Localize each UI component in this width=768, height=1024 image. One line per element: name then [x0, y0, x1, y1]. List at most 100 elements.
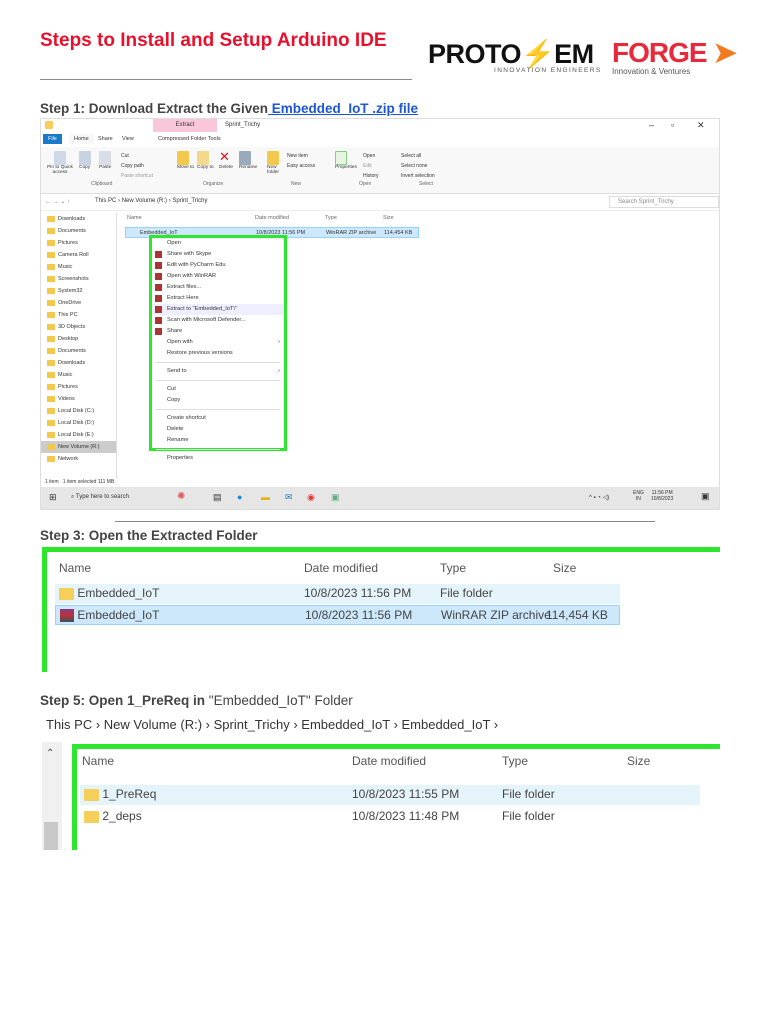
context-menu-item[interactable]: Properties — [152, 453, 284, 464]
tab-home[interactable]: Home — [69, 134, 94, 144]
context-menu-item[interactable]: Open with WinRAR — [152, 271, 284, 282]
move-to-button[interactable]: Move to — [177, 151, 194, 170]
task-view-icon[interactable]: ▤ — [213, 492, 222, 503]
properties-button[interactable]: Properties — [335, 151, 357, 170]
mail-icon[interactable]: ✉ — [285, 492, 293, 503]
nav-scrollbar[interactable]: ⌃ — [42, 742, 62, 850]
pin-button[interactable]: Pin to Quick access — [45, 151, 75, 175]
folder-row-prereq[interactable]: 1_PreReq 10/8/2023 11:55 PM File folder — [80, 785, 700, 805]
chrome-icon[interactable]: ◉ — [307, 492, 315, 503]
nav-item[interactable]: Desktop — [41, 333, 116, 345]
breadcrumb[interactable]: This PC › New Volume (R:) › Sprint_Trich… — [95, 198, 208, 204]
nav-item-icon — [47, 348, 55, 354]
context-menu-item[interactable]: Share — [152, 326, 284, 337]
nav-item[interactable]: Downloads — [41, 213, 116, 225]
clock[interactable]: 11:56 PM 10/8/2023 — [651, 490, 673, 502]
app-icon[interactable]: ▣ — [331, 492, 340, 503]
new-folder-button[interactable]: New folder — [267, 151, 285, 175]
col-size[interactable]: Size — [627, 754, 650, 768]
maximize-button[interactable]: ▫ — [671, 120, 674, 130]
nav-item[interactable]: Pictures — [41, 237, 116, 249]
tab-view[interactable]: View — [117, 134, 139, 144]
copy-to-button[interactable]: Copy to — [197, 151, 214, 170]
nav-item[interactable]: OneDrive — [41, 297, 116, 309]
language-indicator[interactable]: ENG IN — [633, 490, 644, 502]
breadcrumb[interactable]: This PC › New Volume (R:) › Sprint_Trich… — [46, 717, 498, 732]
file-explorer-icon[interactable]: ▬ — [261, 492, 270, 502]
context-menu-item[interactable]: Create shortcut — [152, 413, 284, 424]
nav-item[interactable]: New Volume (R:) — [41, 441, 116, 453]
context-menu-item[interactable]: Delete — [152, 424, 284, 435]
nav-item[interactable]: Local Disk (C:) — [41, 405, 116, 417]
nav-item[interactable]: Videos — [41, 393, 116, 405]
nav-item[interactable]: Camera Roll — [41, 249, 116, 261]
context-menu-item[interactable]: Extract to "Embedded_IoT\" — [152, 304, 284, 315]
paste-button[interactable]: Paste — [99, 151, 111, 170]
search-input[interactable]: Search Sprint_Trichy — [609, 196, 719, 208]
col-date[interactable]: Date modified — [304, 561, 378, 575]
col-date[interactable]: Date modified — [352, 754, 426, 768]
cortana-icon[interactable]: ✺ — [177, 491, 185, 502]
nav-arrows[interactable]: ← → ⌄ ↑ — [45, 198, 70, 205]
tab-compressed-tools[interactable]: Compressed Folder Tools — [153, 134, 226, 144]
nav-item[interactable]: Local Disk (D:) — [41, 417, 116, 429]
nav-item[interactable]: 3D Objects — [41, 321, 116, 333]
context-menu-item[interactable]: Cut — [152, 384, 284, 395]
nav-item-icon — [47, 216, 55, 222]
col-size[interactable]: Size — [553, 561, 576, 575]
folder-row[interactable]: Embedded_IoT 10/8/2023 11:56 PM File fold… — [55, 584, 620, 604]
edge-icon[interactable]: ● — [237, 492, 242, 502]
taskbar-search[interactable]: ⌕ Type here to search — [71, 494, 129, 501]
context-menu-item[interactable]: Open with › — [152, 337, 284, 348]
nav-item[interactable]: Local Disk (E:) — [41, 429, 116, 441]
tab-file[interactable]: File — [43, 134, 62, 144]
taskbar: ⊞ ⌕ Type here to search ✺ ▤ ● ▬ ✉ ◉ ▣ ^ … — [41, 487, 719, 509]
nav-item[interactable]: Screenshots — [41, 273, 116, 285]
nav-item[interactable]: Documents — [41, 345, 116, 357]
context-menu-item[interactable]: Extract Here — [152, 293, 284, 304]
context-menu-item[interactable]: Share with Skype — [152, 249, 284, 260]
context-menu-item[interactable]: Copy — [152, 395, 284, 406]
delete-button[interactable]: ✕ Delete — [219, 149, 233, 170]
nav-item-icon — [47, 276, 55, 282]
select-buttons[interactable]: Select all Select none Invert selection — [401, 151, 435, 181]
copy-button[interactable]: Copy — [79, 151, 91, 170]
context-menu-item[interactable]: Send to › — [152, 366, 284, 377]
nav-item[interactable]: Documents — [41, 225, 116, 237]
clipboard-small-buttons[interactable]: Cut Copy path Paste shortcut — [121, 151, 153, 181]
nav-item[interactable]: Pictures — [41, 381, 116, 393]
open-small-buttons[interactable]: Open Edit History — [363, 151, 379, 181]
context-menu-item[interactable]: Open — [152, 238, 284, 249]
folder-row-deps[interactable]: 2_deps 10/8/2023 11:48 PM File folder — [80, 807, 700, 827]
new-small-buttons[interactable]: New item Easy access — [287, 151, 315, 171]
nav-item[interactable]: Music — [41, 261, 116, 273]
zip-file-link[interactable]: Embedded_IoT .zip file — [268, 101, 418, 116]
notifications-icon[interactable]: ▣ — [701, 491, 710, 502]
context-menu-item[interactable]: Extract files... — [152, 282, 284, 293]
context-menu-item[interactable]: Scan with Microsoft Defender... — [152, 315, 284, 326]
nav-item-icon — [47, 264, 55, 270]
zip-row[interactable]: Embedded_IoT 10/8/2023 11:56 PM WinRAR ZI… — [55, 605, 620, 625]
context-menu-item[interactable]: Rename — [152, 435, 284, 446]
tab-share[interactable]: Share — [93, 134, 118, 144]
nav-item[interactable]: Downloads — [41, 357, 116, 369]
close-button[interactable]: ✕ — [697, 120, 705, 131]
rename-button[interactable]: Rename — [239, 151, 257, 170]
minimize-button[interactable]: – — [649, 120, 654, 130]
col-type[interactable]: Type — [440, 561, 466, 575]
col-name[interactable]: Name — [82, 754, 114, 768]
nav-item[interactable]: System32 — [41, 285, 116, 297]
menu-item-icon — [155, 317, 162, 324]
col-name[interactable]: Name — [59, 561, 91, 575]
system-tray-icons[interactable]: ^ ▪ ◔ ◁) — [589, 494, 609, 501]
title-divider — [40, 79, 412, 80]
group-clipboard: Clipboard — [91, 181, 113, 187]
extract-context-tab[interactable]: Extract — [153, 119, 217, 132]
col-type[interactable]: Type — [502, 754, 528, 768]
context-menu-item[interactable]: Restore previous versions — [152, 348, 284, 359]
nav-item[interactable]: This PC — [41, 309, 116, 321]
context-menu-item[interactable]: Edit with PyCharm Edu — [152, 260, 284, 271]
windows-start-icon[interactable]: ⊞ — [49, 492, 57, 503]
nav-item[interactable]: Music — [41, 369, 116, 381]
nav-item[interactable]: Network — [41, 453, 116, 465]
